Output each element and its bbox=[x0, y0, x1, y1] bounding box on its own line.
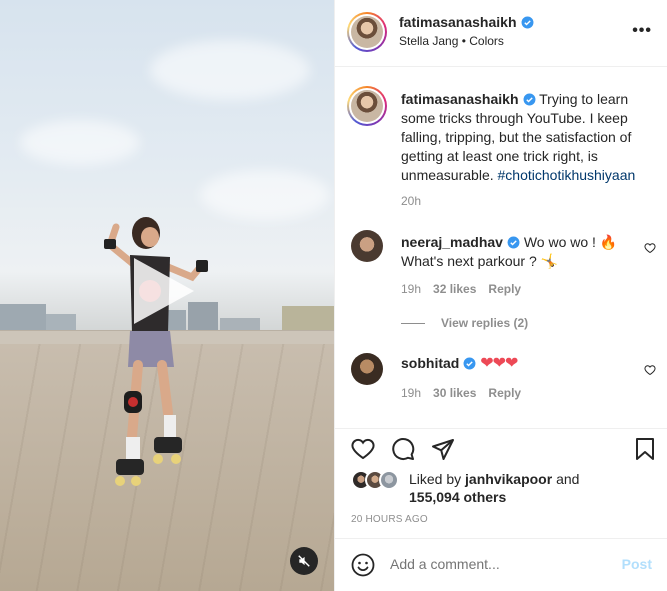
reply-button[interactable]: Reply bbox=[488, 282, 521, 296]
sky-cloud bbox=[150, 40, 310, 100]
replies-divider bbox=[401, 322, 425, 324]
post-date[interactable]: 20 HOURS AGO bbox=[351, 514, 428, 525]
verified-badge-icon bbox=[463, 357, 476, 370]
comment-time[interactable]: 19h bbox=[401, 282, 421, 296]
caption-time[interactable]: 20h bbox=[401, 194, 421, 208]
caption-hashtag[interactable]: #chotichotikhushiyaan bbox=[498, 167, 636, 183]
comment-input[interactable] bbox=[390, 556, 600, 572]
speaker-muted-icon bbox=[298, 555, 310, 567]
caption: fatimasanashaikh Trying to learn some tr… bbox=[401, 90, 653, 185]
comment-username[interactable]: sobhitad bbox=[401, 355, 459, 371]
liker-avatars[interactable] bbox=[351, 470, 407, 492]
comment-text-line2: What's next parkour ? 🤸 bbox=[401, 253, 559, 269]
comment-username[interactable]: neeraj_madhav bbox=[401, 234, 503, 250]
share-paper-plane-icon[interactable] bbox=[431, 437, 455, 461]
author-avatar[interactable] bbox=[347, 12, 387, 52]
author-username[interactable]: fatimasanashaikh bbox=[399, 14, 517, 30]
post-button[interactable]: Post bbox=[622, 556, 652, 572]
others-count[interactable]: 155,094 others bbox=[409, 489, 506, 505]
liked-by-user[interactable]: janhvikapoor bbox=[465, 471, 552, 487]
caption-username[interactable]: fatimasanashaikh bbox=[401, 91, 519, 107]
post-video[interactable] bbox=[0, 0, 334, 591]
post-header: fatimasanashaikh Stella Jang • Colors ••… bbox=[335, 0, 667, 67]
verified-badge-icon bbox=[521, 16, 533, 29]
comment-composer: Post bbox=[335, 538, 667, 591]
liked-by-and: and bbox=[556, 471, 580, 487]
comment-icon[interactable] bbox=[391, 437, 415, 461]
comment-likes[interactable]: 32 likes bbox=[433, 282, 476, 296]
save-bookmark-icon[interactable] bbox=[634, 437, 656, 461]
comment-meta: 19h 30 likes Reply bbox=[401, 386, 533, 400]
sky-cloud bbox=[20, 120, 140, 165]
comment-likes[interactable]: 30 likes bbox=[433, 386, 476, 400]
more-options-icon[interactable]: ••• bbox=[632, 22, 652, 40]
verified-badge-icon bbox=[507, 236, 520, 249]
skater-figure bbox=[104, 217, 208, 486]
audio-label[interactable]: Stella Jang • Colors bbox=[399, 34, 504, 48]
comment-text: ❤❤❤ bbox=[480, 355, 518, 372]
mute-button[interactable] bbox=[290, 547, 318, 575]
view-replies[interactable]: View replies (2) bbox=[401, 316, 528, 330]
comment-meta: 19h 32 likes Reply bbox=[401, 282, 533, 296]
post-dialog: fatimasanashaikh Stella Jang • Colors ••… bbox=[0, 0, 667, 591]
liked-by-prefix: Liked by bbox=[409, 471, 462, 487]
play-icon[interactable] bbox=[134, 258, 194, 324]
comment-avatar[interactable] bbox=[351, 230, 383, 262]
caption-avatar[interactable] bbox=[347, 86, 387, 126]
likes-summary: Liked by janhvikapoor and 155,094 others bbox=[409, 470, 659, 506]
comment-time[interactable]: 19h bbox=[401, 386, 421, 400]
comment-like-heart-icon[interactable] bbox=[644, 242, 656, 254]
post-side-panel: fatimasanashaikh Stella Jang • Colors ••… bbox=[334, 0, 667, 591]
verified-badge-icon bbox=[523, 93, 535, 106]
comment-text-line1: Wo wo wo ! 🔥 bbox=[523, 234, 618, 250]
like-heart-icon[interactable] bbox=[351, 437, 375, 461]
reply-button[interactable]: Reply bbox=[488, 386, 521, 400]
view-replies-label[interactable]: View replies (2) bbox=[441, 316, 528, 330]
emoji-icon[interactable] bbox=[351, 553, 375, 577]
comment-like-heart-icon[interactable] bbox=[644, 364, 656, 376]
comment-body: neeraj_madhav Wo wo wo ! 🔥 What's next p… bbox=[401, 233, 641, 271]
liker-avatar bbox=[379, 470, 399, 490]
comment-avatar[interactable] bbox=[351, 353, 383, 385]
comment-body: sobhitad ❤❤❤ bbox=[401, 354, 641, 373]
